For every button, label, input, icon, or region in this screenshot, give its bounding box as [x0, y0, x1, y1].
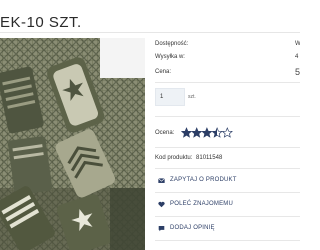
star-icon[interactable]: [201, 127, 213, 138]
price-label: Cena:: [155, 69, 172, 75]
ask-about-product-label: ZAPYTAJ O PRODUKT: [170, 177, 237, 183]
envelope-icon: [158, 178, 165, 183]
product-code-value: 81011548: [196, 155, 223, 161]
divider: [155, 147, 300, 148]
recommend-to-friend-label: POLEĆ ZNAJOMEMU: [170, 201, 234, 207]
product-code-label: Kod produktu:: [155, 155, 193, 161]
divider: [155, 116, 300, 117]
star-icon[interactable]: [191, 127, 203, 138]
shipping-label: Wysyłka w:: [155, 54, 185, 60]
price-value: 5: [295, 67, 300, 77]
divider: [155, 216, 300, 217]
availability-label: Dostępność:: [155, 41, 189, 47]
divider: [155, 192, 300, 193]
title-divider: [0, 32, 300, 33]
divider: [155, 240, 300, 241]
quantity-unit: szt.: [188, 94, 196, 100]
add-review-button[interactable]: DODAJ OPINIĘ: [155, 221, 300, 237]
rating-label: Ocena:: [155, 130, 175, 136]
heart-icon: [158, 201, 165, 208]
recommend-to-friend-button[interactable]: POLEĆ ZNAJOMEMU: [155, 197, 300, 213]
divider: [155, 82, 300, 83]
ask-about-product-button[interactable]: ZAPYTAJ O PRODUKT: [155, 173, 300, 189]
star-icon[interactable]: [181, 127, 193, 138]
product-image[interactable]: [0, 38, 145, 250]
shipping-row: Wysyłka w: 4: [155, 54, 300, 64]
shipping-value: 4: [295, 54, 299, 60]
product-title: EK-10 SZT.: [0, 14, 82, 31]
rating-stars[interactable]: [181, 127, 233, 139]
product-code-row: Kod produktu: 81011548: [155, 155, 222, 161]
star-icon[interactable]: [221, 127, 233, 138]
availability-row: Dostępność: W: [155, 41, 300, 51]
add-review-label: DODAJ OPINIĘ: [170, 225, 215, 231]
star-icon[interactable]: [211, 127, 223, 138]
comment-icon: [158, 226, 165, 232]
price-row: Cena: 5: [155, 67, 300, 79]
quantity-input[interactable]: 1: [155, 88, 185, 106]
product-info-panel: Dostępność: W Wysyłka w: 4 Cena: 5 1 szt…: [155, 38, 300, 250]
availability-value: W: [295, 41, 300, 47]
product-page: EK-10 SZT. Dostępność: W Wysyłka w: 4 Ce…: [0, 0, 300, 250]
divider: [155, 168, 300, 169]
